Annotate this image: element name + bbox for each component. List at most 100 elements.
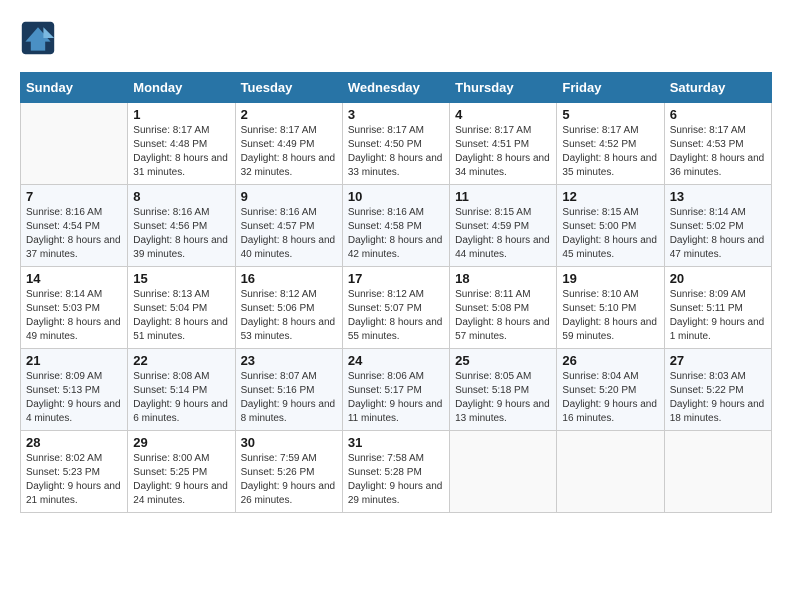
calendar-week-5: 28 Sunrise: 8:02 AMSunset: 5:23 PMDayligh… [21,431,772,513]
calendar-cell: 25 Sunrise: 8:05 AMSunset: 5:18 PMDayligh… [450,349,557,431]
day-detail: Sunrise: 8:17 AMSunset: 4:49 PMDaylight:… [241,124,337,180]
calendar-cell: 1 Sunrise: 8:17 AMSunset: 4:48 PMDaylight… [128,103,235,185]
calendar-cell: 27 Sunrise: 8:03 AMSunset: 5:22 PMDayligh… [664,349,771,431]
day-detail: Sunrise: 8:12 AMSunset: 5:07 PMDaylight:… [348,288,444,344]
day-detail: Sunrise: 8:16 AMSunset: 4:56 PMDaylight:… [133,206,229,262]
day-number: 4 [455,107,551,122]
day-number: 29 [133,435,229,450]
weekday-header-tuesday: Tuesday [235,73,342,103]
calendar-cell: 3Sunrise: 8:17 AMSunset: 4:50 PMDaylight… [342,103,449,185]
day-number: 10 [348,189,444,204]
day-detail: Sunrise: 8:17 AMSunset: 4:48 PMDaylight:… [133,124,229,180]
day-number: 19 [562,271,658,286]
weekday-header-sunday: Sunday [21,73,128,103]
day-number: 11 [455,189,551,204]
day-detail: Sunrise: 8:06 AMSunset: 5:17 PMDaylight:… [348,370,444,426]
day-number: 12 [562,189,658,204]
calendar-cell: 7Sunrise: 8:16 AMSunset: 4:54 PMDaylight… [21,185,128,267]
day-detail: Sunrise: 8:00 AMSunset: 5:25 PMDaylight:… [133,452,229,508]
weekday-row: SundayMondayTuesdayWednesdayThursdayFrid… [21,73,772,103]
calendar-cell: 15Sunrise: 8:13 AMSunset: 5:04 PMDayligh… [128,267,235,349]
calendar-cell: 22 Sunrise: 8:08 AMSunset: 5:14 PMDayligh… [128,349,235,431]
day-number: 28 [26,435,122,450]
day-number: 24 [348,353,444,368]
day-number: 5 [562,107,658,122]
calendar-body: 1 Sunrise: 8:17 AMSunset: 4:48 PMDaylight… [21,103,772,513]
logo [20,20,60,56]
day-number: 1 [133,107,229,122]
calendar-cell: 17Sunrise: 8:12 AMSunset: 5:07 PMDayligh… [342,267,449,349]
weekday-header-thursday: Thursday [450,73,557,103]
calendar-week-2: 7Sunrise: 8:16 AMSunset: 4:54 PMDaylight… [21,185,772,267]
calendar-cell: 14Sunrise: 8:14 AMSunset: 5:03 PMDayligh… [21,267,128,349]
day-detail: Sunrise: 7:59 AMSunset: 5:26 PMDaylight:… [241,452,337,508]
day-detail: Sunrise: 8:15 AMSunset: 5:00 PMDaylight:… [562,206,658,262]
day-number: 31 [348,435,444,450]
calendar-cell: 21 Sunrise: 8:09 AMSunset: 5:13 PMDayligh… [21,349,128,431]
calendar-table: SundayMondayTuesdayWednesdayThursdayFrid… [20,72,772,513]
day-number: 18 [455,271,551,286]
calendar-cell: 29 Sunrise: 8:00 AMSunset: 5:25 PMDayligh… [128,431,235,513]
calendar-cell: 6Sunrise: 8:17 AMSunset: 4:53 PMDaylight… [664,103,771,185]
day-detail: Sunrise: 8:02 AMSunset: 5:23 PMDaylight:… [26,452,122,508]
calendar-cell: 16 Sunrise: 8:12 AMSunset: 5:06 PMDayligh… [235,267,342,349]
calendar-cell: 4 Sunrise: 8:17 AMSunset: 4:51 PMDaylight… [450,103,557,185]
calendar-cell: 28 Sunrise: 8:02 AMSunset: 5:23 PMDayligh… [21,431,128,513]
day-number: 14 [26,271,122,286]
calendar-cell [450,431,557,513]
day-number: 8 [133,189,229,204]
day-detail: Sunrise: 8:17 AMSunset: 4:52 PMDaylight:… [562,124,658,180]
day-detail: Sunrise: 8:15 AMSunset: 4:59 PMDaylight:… [455,206,551,262]
calendar-cell [557,431,664,513]
calendar-cell [664,431,771,513]
day-number: 21 [26,353,122,368]
day-detail: Sunrise: 8:07 AMSunset: 5:16 PMDaylight:… [241,370,337,426]
day-detail: Sunrise: 8:12 AMSunset: 5:06 PMDaylight:… [241,288,337,344]
calendar-cell: 13 Sunrise: 8:14 AMSunset: 5:02 PMDayligh… [664,185,771,267]
calendar-cell: 23Sunrise: 8:07 AMSunset: 5:16 PMDayligh… [235,349,342,431]
day-number: 25 [455,353,551,368]
day-number: 9 [241,189,337,204]
day-detail: Sunrise: 8:04 AMSunset: 5:20 PMDaylight:… [562,370,658,426]
page-header [20,20,772,56]
day-number: 16 [241,271,337,286]
calendar-cell: 20 Sunrise: 8:09 AMSunset: 5:11 PMDayligh… [664,267,771,349]
day-detail: Sunrise: 8:10 AMSunset: 5:10 PMDaylight:… [562,288,658,344]
day-detail: Sunrise: 8:14 AMSunset: 5:02 PMDaylight:… [670,206,766,262]
calendar-cell: 31 Sunrise: 7:58 AMSunset: 5:28 PMDayligh… [342,431,449,513]
day-detail: Sunrise: 8:16 AMSunset: 4:58 PMDaylight:… [348,206,444,262]
day-number: 20 [670,271,766,286]
day-number: 7 [26,189,122,204]
day-number: 2 [241,107,337,122]
day-detail: Sunrise: 8:05 AMSunset: 5:18 PMDaylight:… [455,370,551,426]
day-detail: Sunrise: 8:09 AMSunset: 5:13 PMDaylight:… [26,370,122,426]
day-detail: Sunrise: 8:09 AMSunset: 5:11 PMDaylight:… [670,288,766,344]
day-detail: Sunrise: 8:08 AMSunset: 5:14 PMDaylight:… [133,370,229,426]
weekday-header-saturday: Saturday [664,73,771,103]
calendar-cell: 5 Sunrise: 8:17 AMSunset: 4:52 PMDaylight… [557,103,664,185]
day-detail: Sunrise: 8:03 AMSunset: 5:22 PMDaylight:… [670,370,766,426]
day-number: 3 [348,107,444,122]
calendar-header: SundayMondayTuesdayWednesdayThursdayFrid… [21,73,772,103]
weekday-header-wednesday: Wednesday [342,73,449,103]
calendar-cell [21,103,128,185]
day-number: 13 [670,189,766,204]
calendar-cell: 18Sunrise: 8:11 AMSunset: 5:08 PMDayligh… [450,267,557,349]
logo-icon [20,20,56,56]
calendar-cell: 2 Sunrise: 8:17 AMSunset: 4:49 PMDaylight… [235,103,342,185]
calendar-cell: 10 Sunrise: 8:16 AMSunset: 4:58 PMDayligh… [342,185,449,267]
day-detail: Sunrise: 7:58 AMSunset: 5:28 PMDaylight:… [348,452,444,508]
day-detail: Sunrise: 8:17 AMSunset: 4:51 PMDaylight:… [455,124,551,180]
day-number: 30 [241,435,337,450]
calendar-cell: 12 Sunrise: 8:15 AMSunset: 5:00 PMDayligh… [557,185,664,267]
day-number: 15 [133,271,229,286]
calendar-cell: 9Sunrise: 8:16 AMSunset: 4:57 PMDaylight… [235,185,342,267]
day-number: 27 [670,353,766,368]
day-number: 22 [133,353,229,368]
day-number: 26 [562,353,658,368]
calendar-cell: 26 Sunrise: 8:04 AMSunset: 5:20 PMDayligh… [557,349,664,431]
weekday-header-monday: Monday [128,73,235,103]
weekday-header-friday: Friday [557,73,664,103]
calendar-cell: 19 Sunrise: 8:10 AMSunset: 5:10 PMDayligh… [557,267,664,349]
day-detail: Sunrise: 8:17 AMSunset: 4:53 PMDaylight:… [670,124,766,180]
